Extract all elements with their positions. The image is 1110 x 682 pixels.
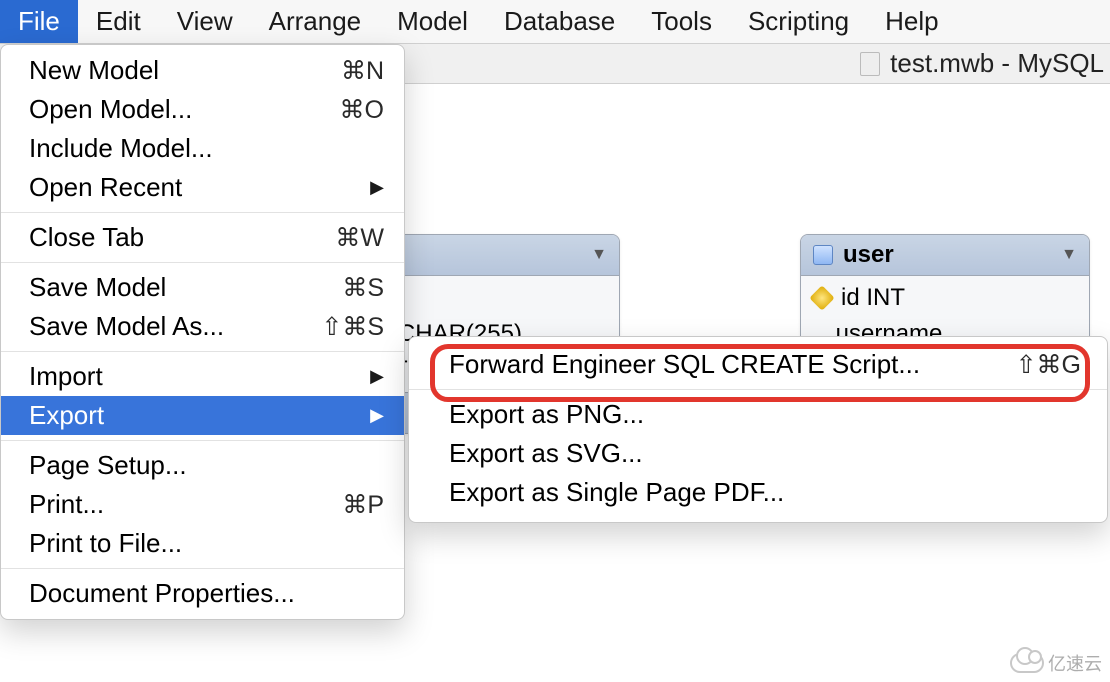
separator	[1, 262, 404, 263]
menubar: File Edit View Arrange Model Database To…	[0, 0, 1110, 44]
menu-item-new-model[interactable]: New Model ⌘N	[1, 51, 404, 90]
document-icon	[860, 52, 880, 76]
menu-view[interactable]: View	[159, 0, 251, 43]
table-icon	[813, 245, 833, 265]
menu-item-import[interactable]: Import ▶	[1, 357, 404, 396]
separator	[1, 351, 404, 352]
separator	[1, 212, 404, 213]
menu-item-forward-engineer[interactable]: Forward Engineer SQL CREATE Script... ⇧⌘…	[409, 345, 1107, 384]
menu-help[interactable]: Help	[867, 0, 956, 43]
menu-item-page-setup[interactable]: Page Setup...	[1, 446, 404, 485]
separator	[1, 440, 404, 441]
menu-arrange[interactable]: Arrange	[251, 0, 380, 43]
menu-item-save-model[interactable]: Save Model ⌘S	[1, 268, 404, 307]
chevron-down-icon[interactable]: ▼	[1061, 246, 1077, 264]
key-icon	[809, 285, 834, 310]
menu-database[interactable]: Database	[486, 0, 633, 43]
watermark: 亿速云	[1010, 650, 1102, 676]
chevron-down-icon[interactable]: ▼	[591, 246, 607, 264]
menu-item-export-svg[interactable]: Export as SVG...	[409, 434, 1107, 473]
menu-item-document-properties[interactable]: Document Properties...	[1, 574, 404, 613]
entity-user-header[interactable]: user ▼	[801, 235, 1089, 276]
export-submenu: Forward Engineer SQL CREATE Script... ⇧⌘…	[408, 336, 1108, 523]
document-name: test.mwb - MySQL	[890, 48, 1104, 79]
menu-item-export[interactable]: Export ▶	[1, 396, 404, 435]
menu-item-open-recent[interactable]: Open Recent ▶	[1, 168, 404, 207]
separator	[409, 389, 1107, 390]
menu-item-close-tab[interactable]: Close Tab ⌘W	[1, 218, 404, 257]
menu-scripting[interactable]: Scripting	[730, 0, 867, 43]
menu-model[interactable]: Model	[379, 0, 486, 43]
chevron-right-icon: ▶	[352, 366, 384, 387]
menu-item-open-model[interactable]: Open Model... ⌘O	[1, 90, 404, 129]
separator	[1, 568, 404, 569]
menu-item-print[interactable]: Print... ⌘P	[1, 485, 404, 524]
entity-user-title: user	[843, 241, 1051, 269]
menu-item-save-model-as[interactable]: Save Model As... ⇧⌘S	[1, 307, 404, 346]
chevron-right-icon: ▶	[352, 177, 384, 198]
menu-edit[interactable]: Edit	[78, 0, 159, 43]
chevron-right-icon: ▶	[352, 405, 384, 426]
cloud-icon	[1010, 653, 1044, 673]
menu-file[interactable]: File	[0, 0, 78, 43]
menu-item-export-png[interactable]: Export as PNG...	[409, 395, 1107, 434]
menu-item-print-to-file[interactable]: Print to File...	[1, 524, 404, 563]
menu-tools[interactable]: Tools	[633, 0, 730, 43]
menu-item-export-pdf[interactable]: Export as Single Page PDF...	[409, 473, 1107, 512]
file-menu: New Model ⌘N Open Model... ⌘O Include Mo…	[0, 44, 405, 620]
menu-item-include-model[interactable]: Include Model...	[1, 129, 404, 168]
